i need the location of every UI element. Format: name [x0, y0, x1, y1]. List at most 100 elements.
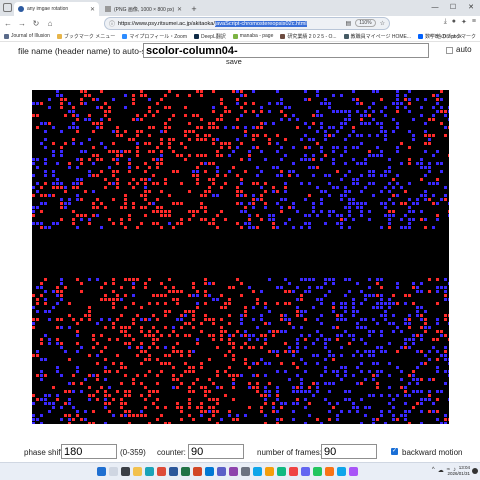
red-dot: [280, 110, 283, 113]
outlook-icon[interactable]: [205, 467, 214, 476]
red-dot: [408, 146, 411, 149]
blue-dot: [448, 370, 449, 373]
home-icon[interactable]: ⌂: [44, 19, 56, 28]
new-tab-button[interactable]: +: [188, 2, 200, 16]
phase-shift-input[interactable]: [61, 444, 117, 459]
cloud-icon[interactable]: ☁: [438, 467, 444, 474]
settings-icon[interactable]: [241, 467, 250, 476]
blue-dot: [60, 150, 63, 153]
word-icon[interactable]: [169, 467, 178, 476]
app-icon[interactable]: [277, 467, 286, 476]
tray-chevron-icon[interactable]: ^: [432, 467, 435, 474]
blue-dot: [432, 194, 435, 197]
tab-png-image[interactable]: (PNG 画像, 1000 × 800 px) ✕: [101, 2, 186, 16]
task-view-icon[interactable]: [121, 467, 130, 476]
save-button[interactable]: save: [226, 57, 242, 66]
powerpoint-icon[interactable]: [193, 467, 202, 476]
red-dot: [132, 318, 135, 321]
more-bookmarks-button[interactable]: »: [429, 33, 432, 40]
bookmark-item[interactable]: 研究業績 2 0 2 5 - O...: [280, 33, 337, 40]
close-tab-icon[interactable]: ✕: [90, 6, 95, 13]
edge-icon[interactable]: [145, 467, 154, 476]
bookmark-item[interactable]: DeepL翻訳: [194, 33, 226, 40]
close-window-icon[interactable]: ✕: [462, 0, 480, 16]
minimize-icon[interactable]: —: [426, 0, 444, 16]
blue-dot: [408, 222, 411, 225]
blue-dot: [308, 290, 311, 293]
red-dot: [436, 278, 439, 281]
menu-icon[interactable]: ≡: [472, 18, 476, 26]
blue-dot: [68, 202, 71, 205]
search-icon[interactable]: [109, 467, 118, 476]
back-arrow-icon[interactable]: ←: [2, 19, 14, 28]
start-icon[interactable]: [97, 467, 106, 476]
red-dot: [228, 110, 231, 113]
reload-icon[interactable]: ↻: [30, 19, 42, 28]
bookmark-item[interactable]: manaba - page: [232, 33, 273, 39]
chrome-icon[interactable]: [157, 467, 166, 476]
blue-dot: [392, 406, 395, 409]
blue-dot: [360, 210, 363, 213]
bookmark-item[interactable]: マイプロフィール・Zoom: [122, 33, 187, 40]
red-dot: [200, 154, 203, 157]
app-icon[interactable]: [313, 467, 322, 476]
other-bookmarks-folder[interactable]: 他のブックマーク: [436, 33, 476, 40]
app-icon[interactable]: [349, 467, 358, 476]
blue-dot: [396, 394, 399, 397]
blue-dot: [392, 302, 395, 305]
maximize-icon[interactable]: ☐: [444, 0, 462, 16]
forward-arrow-icon[interactable]: →: [16, 19, 28, 28]
red-dot: [168, 194, 171, 197]
folder-icon: [56, 33, 62, 39]
reader-view-icon[interactable]: ▤: [346, 20, 352, 27]
blue-dot: [364, 298, 367, 301]
file-name-input[interactable]: [143, 43, 429, 58]
excel-icon[interactable]: [181, 467, 190, 476]
zoom-level-badge[interactable]: 110%: [355, 19, 376, 27]
extensions-icon[interactable]: ✦: [461, 18, 467, 26]
red-dot: [192, 370, 195, 373]
red-dot: [116, 390, 119, 393]
photos-icon[interactable]: [229, 467, 238, 476]
app-icon[interactable]: [289, 467, 298, 476]
site-info-icon[interactable]: ⓘ: [109, 19, 115, 28]
frames-input[interactable]: [321, 444, 377, 459]
blue-dot: [360, 338, 363, 341]
red-dot: [436, 178, 439, 181]
red-dot: [248, 406, 251, 409]
close-tab-icon[interactable]: ✕: [177, 6, 182, 13]
red-dot: [172, 170, 175, 173]
taskbar-clock[interactable]: 13:04 2026/01/31: [447, 465, 470, 477]
app-icon[interactable]: [301, 467, 310, 476]
store-icon[interactable]: [253, 467, 262, 476]
file-explorer-icon[interactable]: [133, 467, 142, 476]
blue-dot: [408, 90, 411, 93]
mail-icon[interactable]: [265, 467, 274, 476]
red-dot: [168, 290, 171, 293]
teams-icon[interactable]: [217, 467, 226, 476]
download-icon[interactable]: ⤓: [444, 18, 447, 26]
tab-any-image-rotation[interactable]: any imgae rotation ✕: [14, 2, 99, 16]
bookmark-star-icon[interactable]: ☆: [380, 20, 385, 27]
address-bar[interactable]: ⓘ https://www.psy.ritsumei.ac.jp/akitaok…: [104, 17, 390, 30]
bookmark-item[interactable]: 教職員マイページ HOME...: [343, 33, 411, 40]
blue-dot: [368, 122, 371, 125]
blue-dot: [316, 362, 319, 365]
notification-icon[interactable]: [472, 468, 478, 474]
app-icon[interactable]: [337, 467, 346, 476]
auto-save-checkbox[interactable]: [446, 47, 453, 54]
profile-icon[interactable]: ●: [452, 18, 456, 26]
counter-input[interactable]: [188, 444, 244, 459]
bookmark-item[interactable]: ブックマーク メニュー: [56, 33, 115, 40]
window-menu-icon[interactable]: [3, 3, 12, 12]
blue-dot: [316, 186, 319, 189]
blue-dot: [316, 90, 319, 93]
red-dot: [100, 90, 103, 93]
blue-dot: [256, 198, 259, 201]
red-dot: [224, 330, 227, 333]
app-icon[interactable]: [325, 467, 334, 476]
blue-dot: [436, 182, 439, 185]
bookmark-item[interactable]: Journal of Illusion: [4, 33, 50, 39]
blue-dot: [252, 306, 255, 309]
backward-motion-checkbox[interactable]: ✓: [391, 448, 398, 455]
